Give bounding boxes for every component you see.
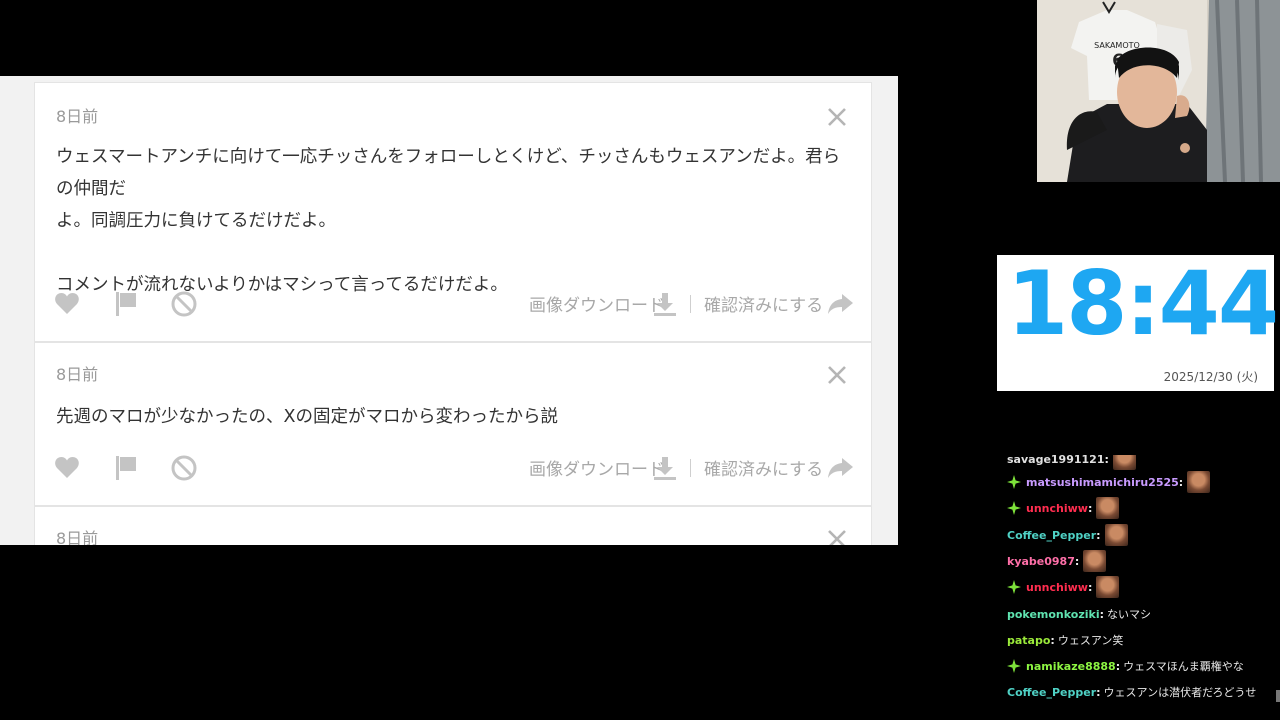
download-image-link[interactable]: 画像ダウンロード — [529, 291, 665, 316]
chat-colon: : — [1099, 607, 1105, 621]
chat-message: Coffee_Pepper: — [1007, 522, 1128, 548]
download-icon[interactable] — [651, 454, 679, 482]
heart-icon[interactable] — [53, 290, 81, 318]
webcam-image: SAKAMOTO 6 — [1037, 0, 1280, 182]
jersey-name: SAKAMOTO — [1094, 41, 1140, 50]
chat-message: matsushimamichiru2525: — [1007, 469, 1211, 495]
action-separator — [690, 459, 691, 477]
message-timestamp: 8日前 — [56, 529, 99, 545]
chat-username[interactable]: unnchiww — [1026, 581, 1088, 594]
chat-colon: : — [1115, 659, 1121, 673]
sparkle-badge-icon — [1007, 475, 1021, 489]
action-separator — [690, 295, 691, 313]
chat-message: namikaze8888: ウェスマほんま覇権やな — [1007, 653, 1244, 679]
chat-username[interactable]: pokemonkoziki — [1007, 608, 1100, 621]
chat-message: kyabe0987: — [1007, 548, 1107, 574]
chat-emote — [1096, 497, 1120, 519]
close-icon[interactable] — [825, 105, 849, 129]
message-actions: 画像ダウンロード 確認済みにする — [35, 286, 873, 320]
chat-username[interactable]: kyabe0987 — [1007, 555, 1075, 568]
message-timestamp: 8日前 — [56, 365, 99, 384]
chat-username[interactable]: namikaze8888 — [1026, 660, 1116, 673]
chat-username[interactable]: Coffee_Pepper — [1007, 686, 1096, 699]
chat-text: ないマシ — [1107, 608, 1152, 621]
chat-message: pokemonkoziki: ないマシ — [1007, 601, 1151, 627]
clock-date: 2025/12/30 (火) — [1163, 370, 1258, 384]
flag-icon[interactable] — [112, 290, 140, 318]
chat-emote — [1096, 576, 1120, 598]
download-icon[interactable] — [651, 290, 679, 318]
chat-panel: savage1991121: matsushimamichiru2525: unnc… — [999, 455, 1280, 720]
chat-colon: : — [1087, 580, 1093, 594]
chat-text: ウェスアン笑 — [1057, 634, 1124, 647]
block-icon[interactable] — [170, 290, 198, 318]
chat-scrollbar[interactable] — [1276, 690, 1280, 702]
message-body: ウェスマートアンチに向けて一応チッさんをフォローしとくけど、チッさんもウェスアン… — [56, 147, 841, 295]
clock-widget: 18:44 2025/12/30 (火) — [997, 252, 1279, 391]
flag-icon[interactable] — [112, 454, 140, 482]
share-arrow-icon[interactable] — [826, 290, 854, 318]
chat-emote — [1112, 455, 1136, 470]
message-list-panel: 8日前 ウェスマートアンチに向けて一応チッさんをフォローしとくけど、チッさんもウ… — [0, 76, 898, 545]
chat-colon: : — [1096, 685, 1101, 699]
chat-username[interactable]: savage1991121 — [1007, 455, 1104, 466]
clock-time: 18:44 — [1007, 252, 1279, 355]
message-card: 8日前 ウェスマートアンチに向けて一応チッさんをフォローしとくけど、チッさんもウ… — [34, 82, 872, 342]
chat-colon: : — [1178, 475, 1184, 489]
mark-confirmed-link[interactable]: 確認済みにする — [704, 455, 823, 480]
chat-colon: : — [1087, 501, 1093, 515]
share-arrow-icon[interactable] — [826, 454, 854, 482]
sparkle-badge-icon — [1007, 659, 1021, 673]
message-card: 8日前 — [34, 506, 872, 545]
block-icon[interactable] — [170, 454, 198, 482]
message-timestamp: 8日前 — [56, 107, 99, 126]
message-actions: 画像ダウンロード 確認済みにする — [35, 450, 873, 484]
sparkle-badge-icon — [1007, 501, 1021, 515]
download-image-link[interactable]: 画像ダウンロード — [529, 455, 665, 480]
message-card: 8日前 先週のマロが少なかったの、Xの固定がマロから変わったから説 画像ダウンロ… — [34, 342, 872, 506]
message-body: 先週のマロが少なかったの、Xの固定がマロから変わったから説 — [56, 407, 558, 427]
chat-colon: : — [1104, 455, 1109, 466]
chat-message: unnchiww: — [1007, 574, 1120, 600]
mark-confirmed-link[interactable]: 確認済みにする — [704, 291, 823, 316]
chat-text: ウェスアンは潜伏者だろどうせ — [1103, 686, 1257, 699]
chat-emote — [1187, 471, 1211, 493]
sparkle-badge-icon — [1007, 580, 1021, 594]
chat-emote — [1104, 524, 1128, 546]
chat-message: Coffee_Pepper: ウェスアンは潜伏者だろどうせ — [1007, 679, 1256, 705]
chat-username[interactable]: Coffee_Pepper — [1007, 529, 1096, 542]
chat-colon: : — [1096, 528, 1101, 542]
heart-icon[interactable] — [53, 454, 81, 482]
chat-username[interactable]: matsushimamichiru2525 — [1026, 476, 1179, 489]
chat-username[interactable]: unnchiww — [1026, 502, 1088, 515]
chat-colon: : — [1050, 633, 1055, 647]
chat-username[interactable]: patapo — [1007, 634, 1050, 647]
close-icon[interactable] — [825, 527, 849, 545]
chat-message: unnchiww: — [1007, 495, 1120, 521]
webcam-feed: SAKAMOTO 6 — [1037, 0, 1280, 182]
close-icon[interactable] — [825, 363, 849, 387]
chat-colon: : — [1074, 554, 1080, 568]
chat-message: patapo: ウェスアン笑 — [1007, 627, 1123, 653]
chat-text: ウェスマほんま覇権やな — [1123, 660, 1244, 673]
chat-emote — [1083, 550, 1107, 572]
